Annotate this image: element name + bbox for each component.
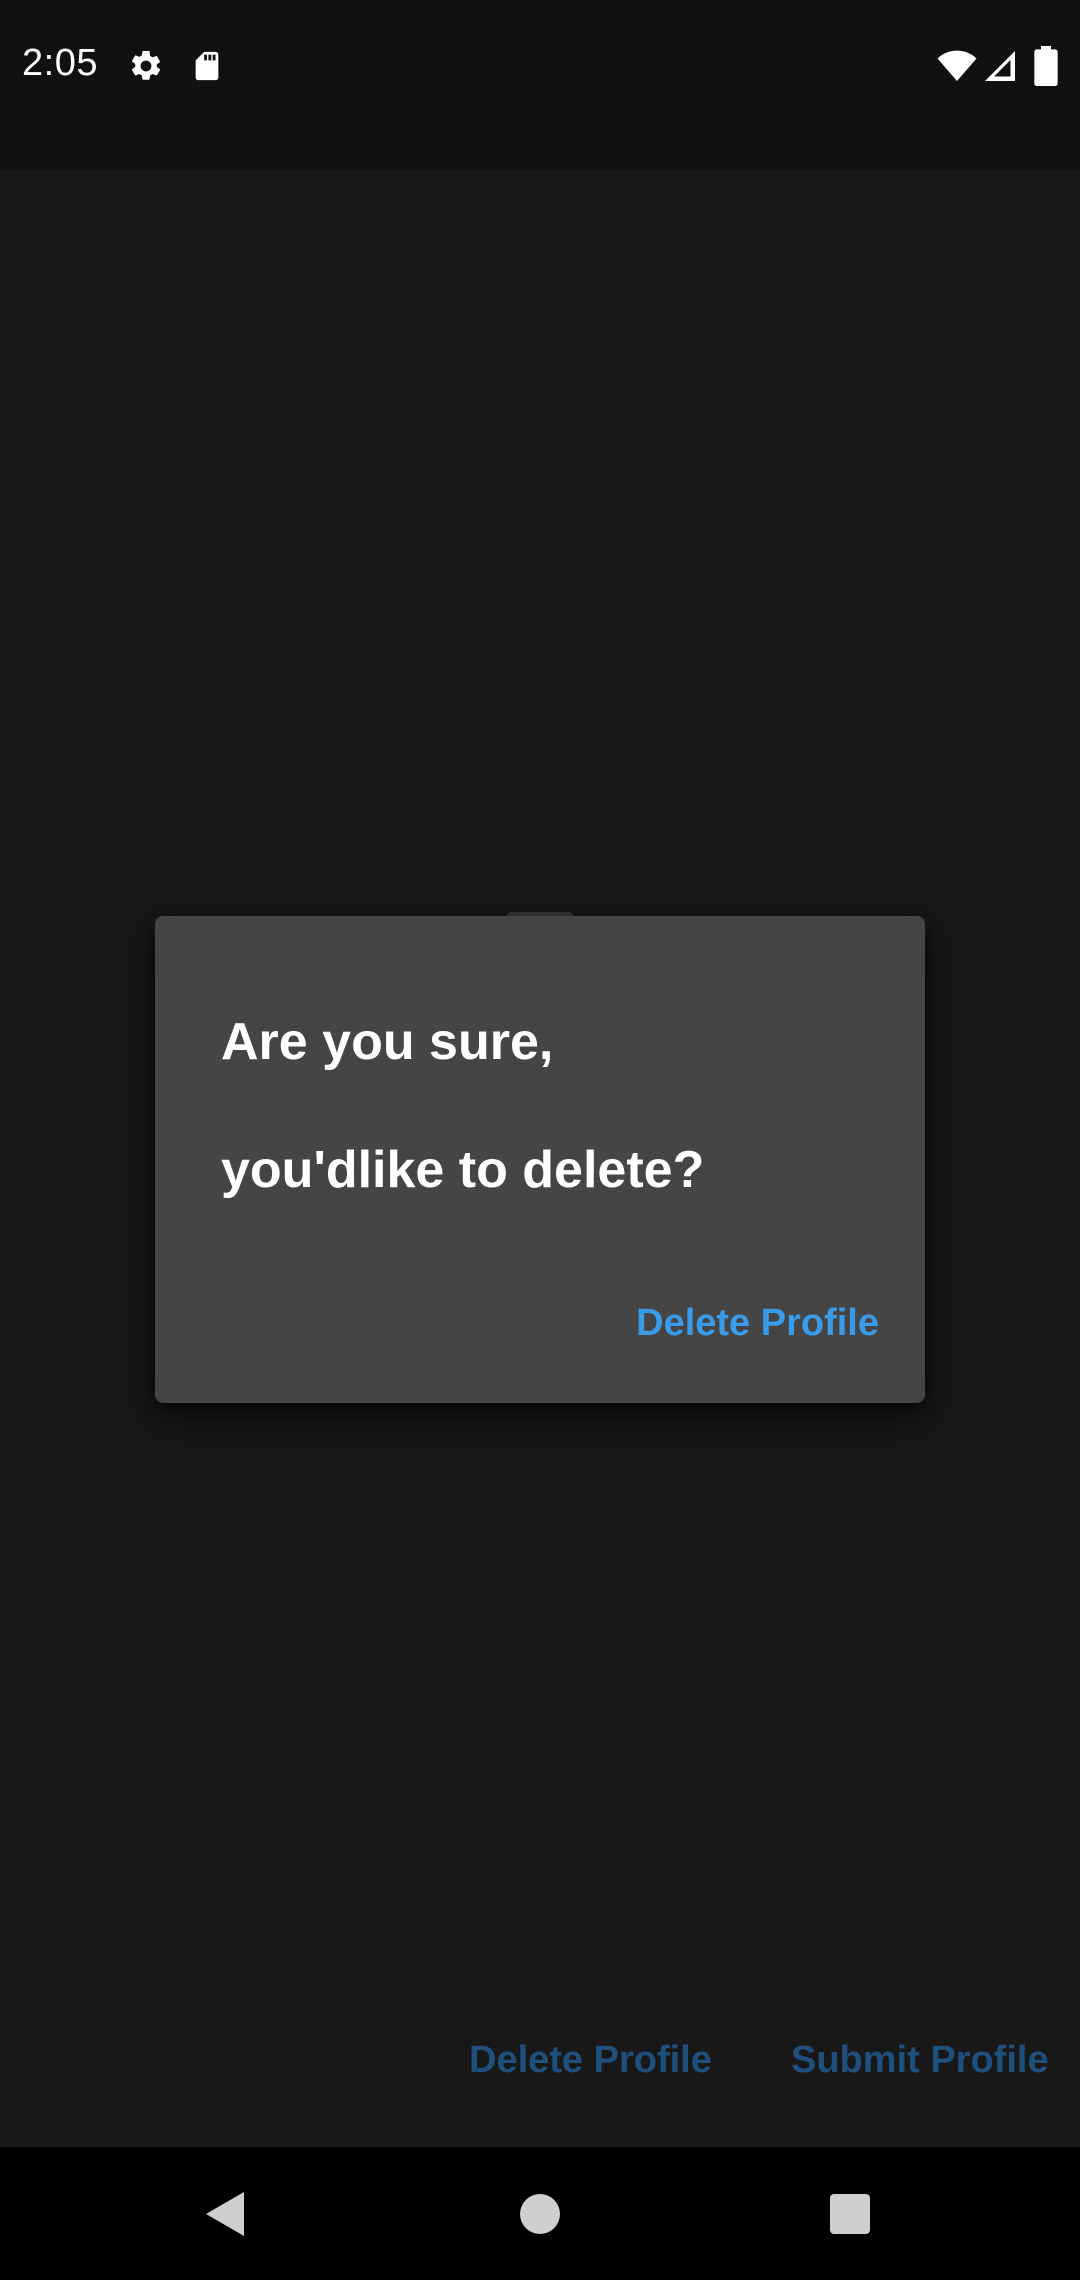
- recents-icon: [830, 2193, 870, 2234]
- wifi-icon: [937, 50, 977, 81]
- dialog-title-line-1: Are you sure,: [221, 1013, 554, 1071]
- home-icon: [520, 2193, 560, 2234]
- home-button[interactable]: [460, 2147, 620, 2280]
- dialog-title-line-2: you'dlike to delete?: [221, 1141, 705, 1199]
- navigation-bar: [0, 2147, 1080, 2280]
- sd-card-icon: [195, 51, 219, 81]
- status-bar: 2:05: [0, 0, 1080, 170]
- battery-icon: [1034, 46, 1058, 86]
- settings-icon: [131, 50, 161, 80]
- confirm-delete-dialog: Are you sure, you'dlike to delete? Delet…: [155, 916, 925, 1403]
- recents-button[interactable]: [770, 2147, 930, 2280]
- dialog-title: Are you sure, you'dlike to delete?: [221, 978, 861, 1234]
- screen: 2:05 Delete Profile Submit Profile Are y…: [0, 0, 1080, 2280]
- back-icon: [206, 2191, 244, 2236]
- dialog-delete-profile-button[interactable]: Delete Profile: [636, 1278, 879, 1368]
- back-button[interactable]: [146, 2147, 306, 2280]
- cell-signal-icon: [985, 51, 1015, 81]
- status-time: 2:05: [22, 42, 98, 84]
